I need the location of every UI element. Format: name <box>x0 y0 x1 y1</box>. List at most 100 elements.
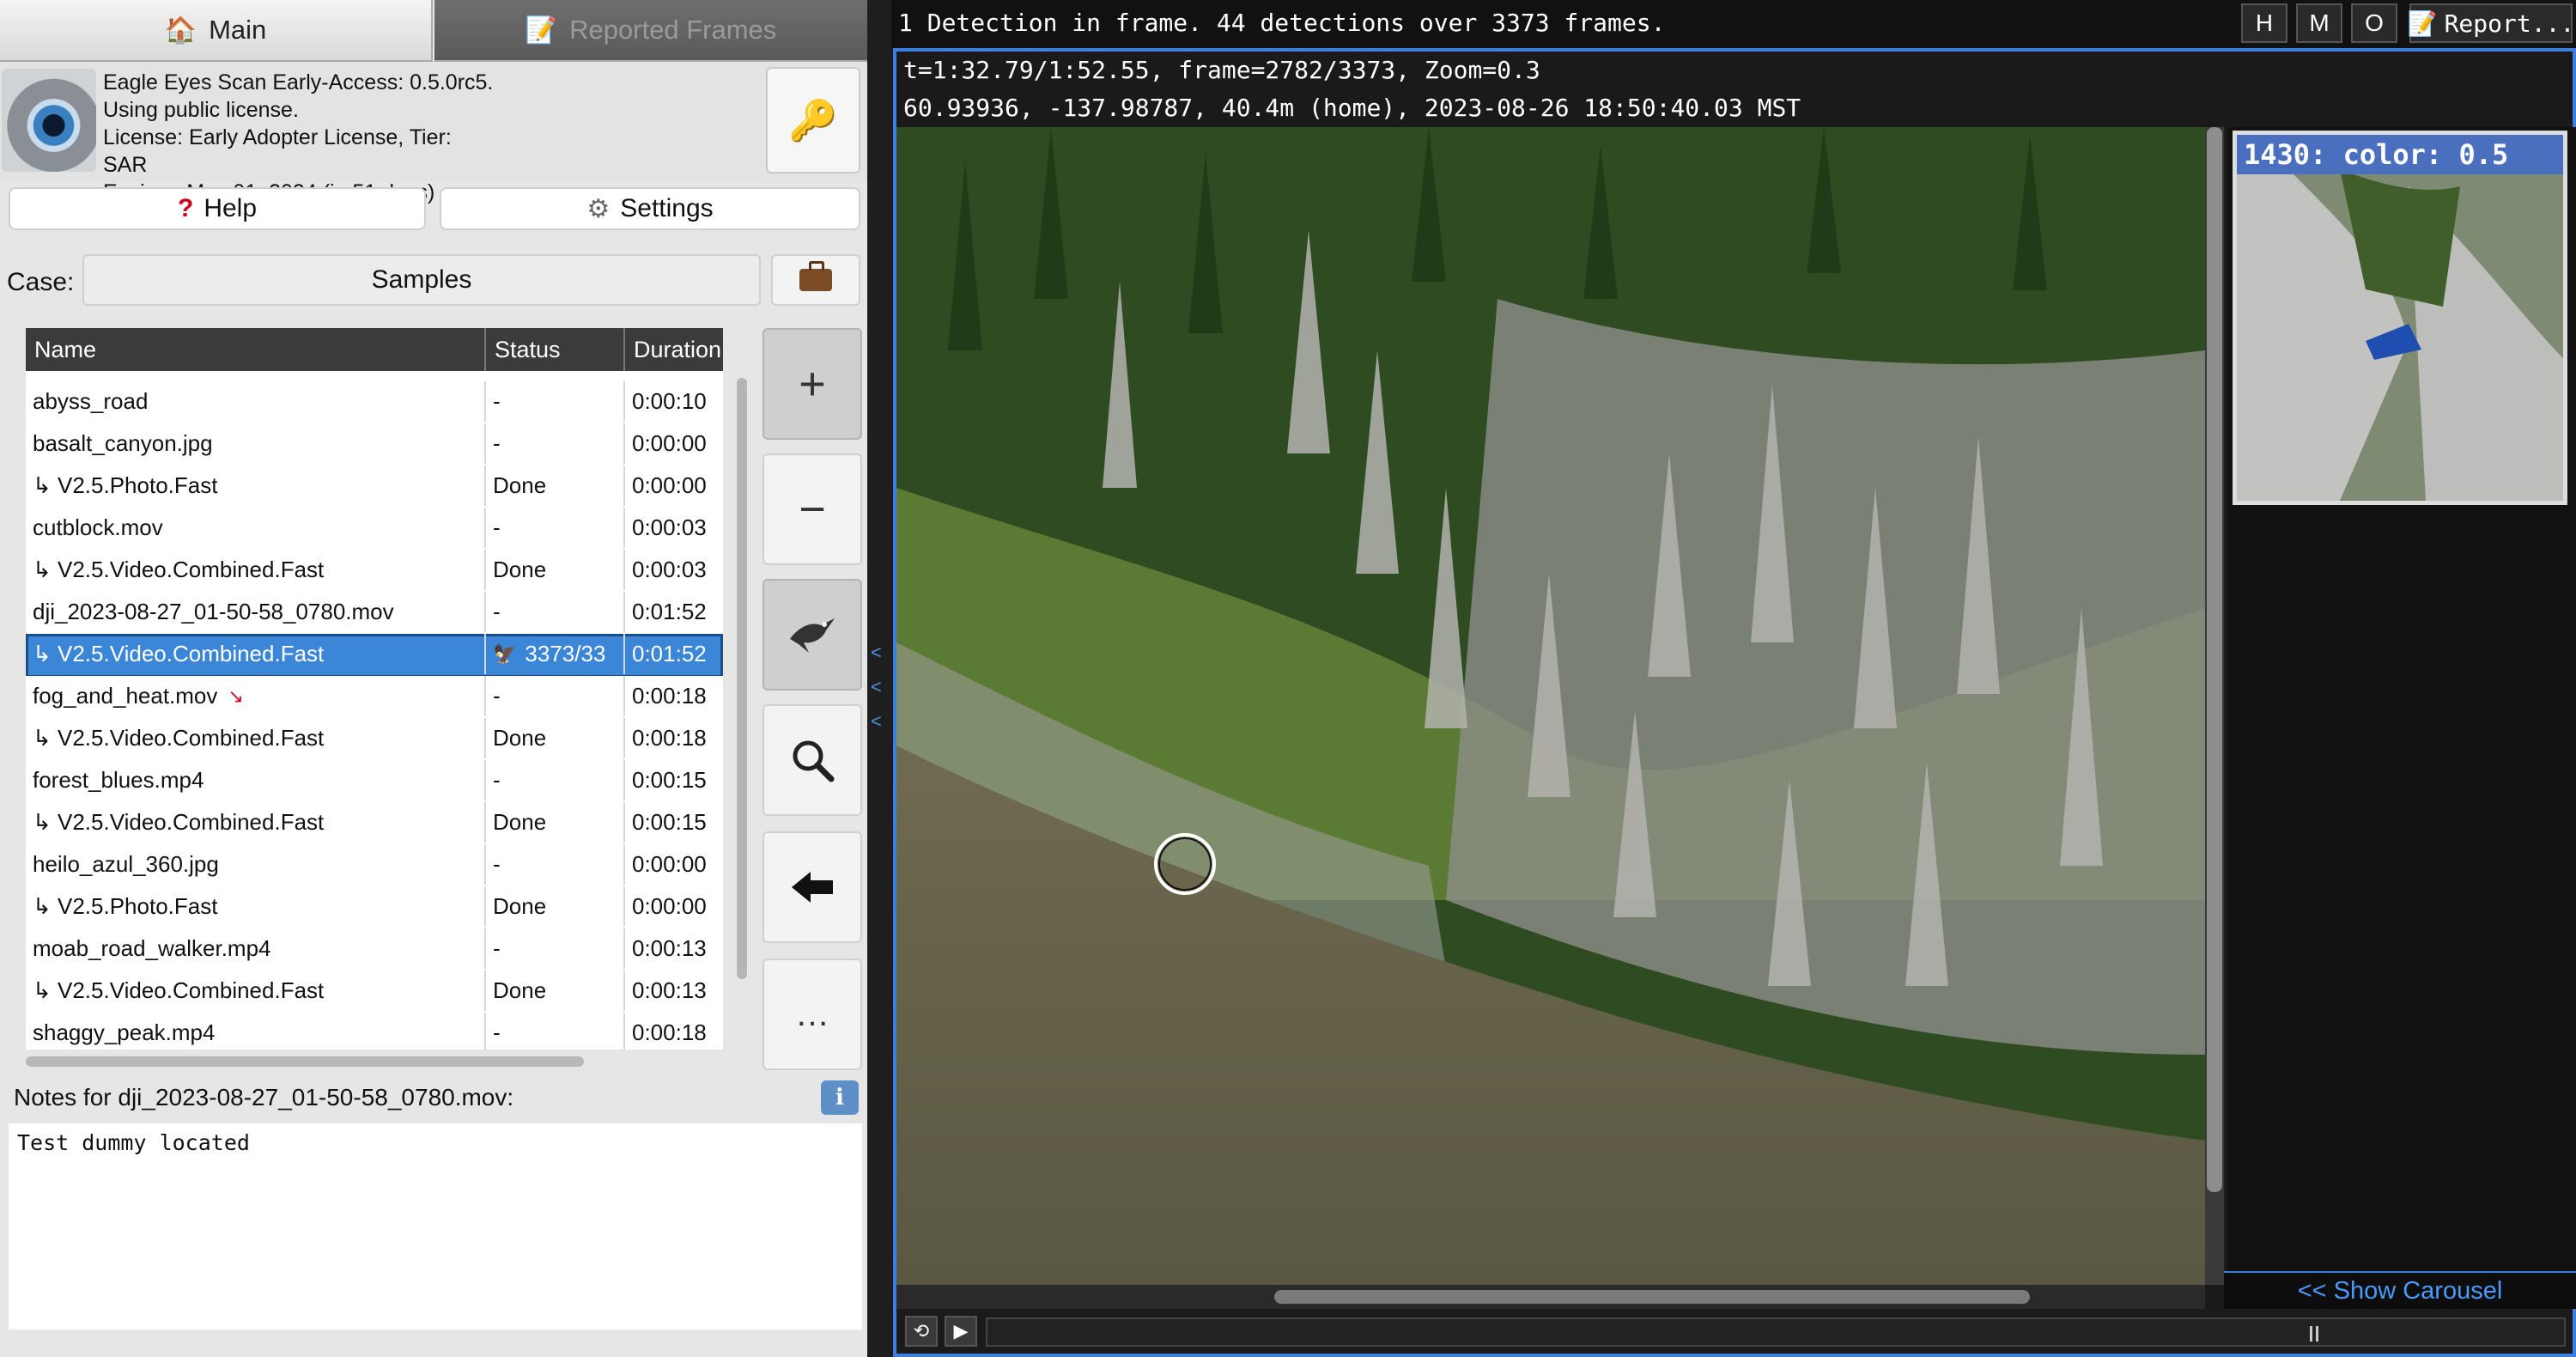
chevron-left-icon: < <box>871 642 882 663</box>
row-name-text: heilo_azul_360.jpg <box>33 851 219 877</box>
table-row[interactable]: dji_2023-08-27_01-50-58_0780.mov - 0:01:52 <box>26 592 723 636</box>
column-header-status[interactable]: Status <box>486 328 625 371</box>
row-status: - <box>486 676 625 716</box>
search-button[interactable] <box>762 704 862 816</box>
row-duration: 0:00:00 <box>632 893 707 919</box>
more-button[interactable]: … <box>762 958 862 1070</box>
row-name-text: basalt_canyon.jpg <box>33 430 213 456</box>
table-row[interactable]: forest_blues.mp4 - 0:00:15 <box>26 760 723 804</box>
table-row[interactable]: ↳ V2.5.Video.Combined.Fast Done 0:00:18 <box>26 718 723 762</box>
show-carousel-link[interactable]: << Show Carousel <box>2224 1271 2576 1309</box>
table-row[interactable]: fog_and_heat.mov ↘ - 0:00:18 <box>26 676 723 720</box>
row-duration: 0:00:10 <box>632 388 707 414</box>
row-duration: 0:01:52 <box>632 641 707 666</box>
row-name: cutblock.mov <box>26 508 486 548</box>
row-status-text: Done <box>493 725 547 751</box>
column-header-duration[interactable]: Duration <box>625 328 723 371</box>
case-browse-button[interactable] <box>771 254 860 306</box>
license-info: Eagle Eyes Scan Early-Access: 0.5.0rc5. … <box>103 69 498 206</box>
image-vertical-scrollbar[interactable] <box>2205 127 2224 1285</box>
row-status-text: Done <box>493 557 547 582</box>
timeline-playhead[interactable] <box>2310 1326 2318 1342</box>
row-status-text: Done <box>493 809 547 835</box>
row-name: fog_and_heat.mov ↘ <box>26 676 486 716</box>
remove-button[interactable]: − <box>762 453 862 565</box>
column-header-name[interactable]: Name <box>26 328 486 371</box>
tab-main[interactable]: 🏠 Main <box>0 0 433 62</box>
loop-button[interactable]: ⟲ <box>905 1316 938 1347</box>
notes-label: Notes for dji_2023-08-27_01-50-58_0780.m… <box>14 1084 514 1111</box>
row-name-text: ↳ V2.5.Photo.Fast <box>33 893 218 919</box>
row-status-text: - <box>493 767 501 793</box>
o-button[interactable]: O <box>2351 3 2397 43</box>
row-status-text: - <box>493 514 501 540</box>
case-selector[interactable]: Samples <box>82 254 761 306</box>
row-name: forest_blues.mp4 <box>26 760 486 800</box>
ellipsis-icon: … <box>795 995 829 1033</box>
h-button[interactable]: H <box>2241 3 2287 43</box>
row-name-text: fog_and_heat.mov <box>33 683 218 709</box>
left-panel: 🏠 Main 📝 Reported Frames Eagle Eyes Scan… <box>0 0 867 1357</box>
magnifier-icon <box>793 740 835 782</box>
row-status: - <box>486 423 625 464</box>
row-duration: 0:00:18 <box>632 683 707 709</box>
image-horizontal-scroll-thumb[interactable] <box>1274 1290 2030 1304</box>
row-status-text: - <box>493 683 501 709</box>
tab-reported-frames[interactable]: 📝 Reported Frames <box>434 0 867 62</box>
panel-collapse-handle[interactable]: < < < <box>871 636 891 739</box>
table-row[interactable]: ↳ V2.5.Video.Combined.Fast Done 0:00:15 <box>26 802 723 846</box>
row-status-text: Done <box>493 977 547 1003</box>
m-button[interactable]: M <box>2296 3 2342 43</box>
detection-summary: 1 Detection in frame. 44 detections over… <box>898 9 1666 37</box>
back-button[interactable] <box>762 831 862 943</box>
row-status-text: Done <box>493 472 547 498</box>
aerial-frame-image[interactable] <box>896 127 2205 1285</box>
play-button[interactable]: ▶ <box>945 1316 977 1347</box>
help-button[interactable]: ? Help <box>9 187 426 230</box>
timeline-slider[interactable] <box>986 1317 2566 1347</box>
gear-icon: ⚙ <box>586 194 611 223</box>
table-row[interactable]: ↳ V2.5.Video.Combined.Fast 🦅 3373/33 0:01:5… <box>26 634 723 678</box>
row-name-text: ↳ V2.5.Video.Combined.Fast <box>33 557 325 582</box>
table-row[interactable]: cutblock.mov - 0:00:03 <box>26 508 723 551</box>
settings-button[interactable]: ⚙ Settings <box>440 187 860 230</box>
row-duration: 0:00:00 <box>632 430 707 456</box>
thumbnail-label: 1430: color: 0.5 <box>2237 135 2563 174</box>
table-row[interactable]: abyss_road - 0:00:10 <box>26 381 723 425</box>
key-icon: 🔑 <box>788 97 838 143</box>
table-row[interactable]: shaggy_peak.mp4 - 0:00:18 <box>26 1013 723 1050</box>
table-row[interactable]: heilo_azul_360.jpg - 0:00:00 <box>26 844 723 888</box>
table-row[interactable]: moab_road_walker.mp4 - 0:00:13 <box>26 928 723 972</box>
license-header: Eagle Eyes Scan Early-Access: 0.5.0rc5. … <box>0 62 867 204</box>
row-status: Done <box>486 466 625 506</box>
minus-icon: − <box>799 484 826 535</box>
table-vertical-scrollbar[interactable] <box>737 378 747 979</box>
frame-metadata: t=1:32.79/1:52.55, frame=2782/3373, Zoom… <box>903 52 1801 127</box>
chevron-left-icon: < <box>871 676 882 697</box>
row-duration: 0:00:15 <box>632 809 707 835</box>
scan-button[interactable] <box>762 579 862 691</box>
table-row[interactable]: ↳ V2.5.Photo.Fast Done 0:00:00 <box>26 886 723 930</box>
table-row[interactable]: ↳ V2.5.Photo.Fast Done 0:00:00 <box>26 466 723 509</box>
report-button[interactable]: 📝 Report... <box>2408 3 2574 43</box>
license-key-button[interactable]: 🔑 <box>766 67 860 173</box>
row-status: Done <box>486 971 625 1011</box>
row-duration: 0:00:13 <box>632 977 707 1003</box>
add-button[interactable]: + <box>762 328 862 440</box>
image-vertical-scroll-thumb[interactable] <box>2207 127 2222 1192</box>
eagle-icon <box>790 618 835 653</box>
notes-textarea[interactable]: Test dummy located <box>9 1123 862 1330</box>
time-info: t=1:32.79/1:52.55, frame=2782/3373, Zoom… <box>903 56 1540 84</box>
table-row[interactable]: ↳ V2.5.Video.Combined.Fast Done 0:00:13 <box>26 971 723 1014</box>
row-name: ↳ V2.5.Photo.Fast <box>26 886 486 927</box>
row-status: - <box>486 381 625 422</box>
detection-thumbnail[interactable]: 1430: color: 0.5 <box>2233 131 2567 505</box>
table-horizontal-scrollbar[interactable] <box>26 1056 584 1067</box>
table-vertical-scroll-thumb[interactable] <box>737 378 747 979</box>
info-icon[interactable]: i <box>821 1080 859 1115</box>
play-icon: ▶ <box>953 1320 969 1342</box>
table-row[interactable]: basalt_canyon.jpg - 0:00:00 <box>26 423 723 467</box>
image-horizontal-scrollbar[interactable] <box>896 1285 2205 1309</box>
tier-text: License: Early Adopter License, Tier: SA… <box>103 125 452 177</box>
table-row[interactable]: ↳ V2.5.Video.Combined.Fast Done 0:00:03 <box>26 550 723 593</box>
